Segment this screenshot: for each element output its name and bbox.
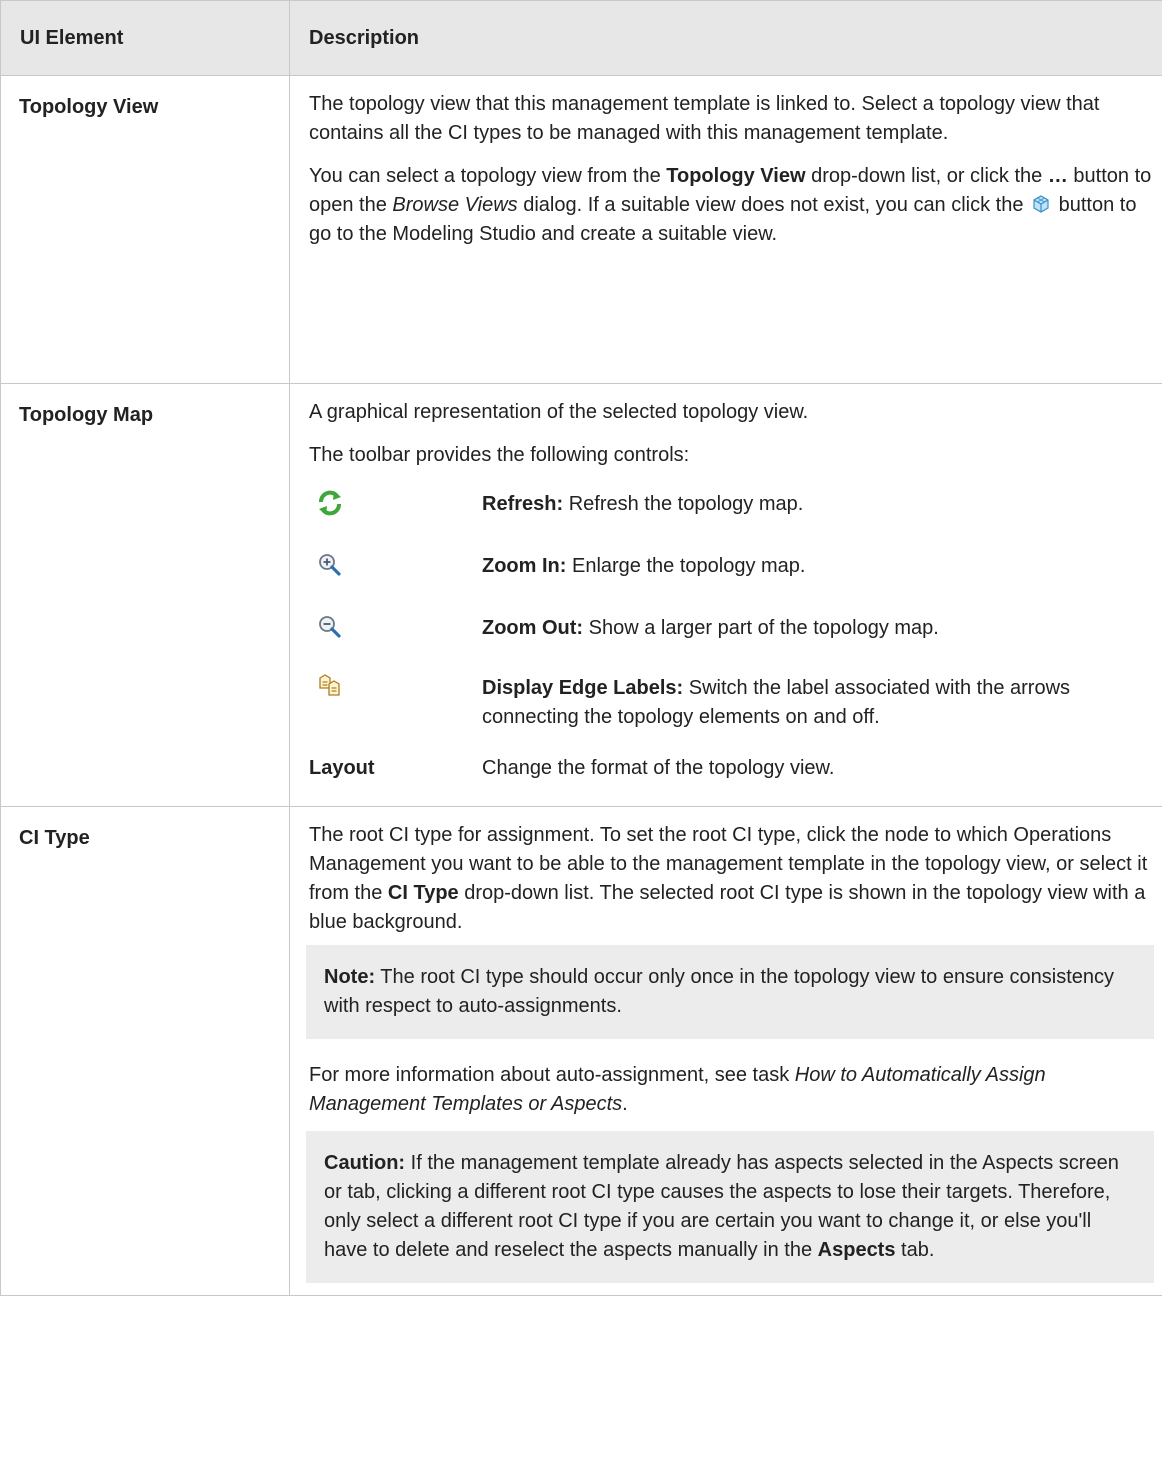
element-description: A graphical representation of the select… (289, 383, 1162, 807)
header-description: Description (289, 0, 1162, 76)
control-label: Zoom Out: (482, 617, 584, 639)
caution-label: Caution: (324, 1152, 406, 1174)
ui-reference: Topology View (666, 165, 806, 187)
header-ui-element: UI Element (0, 0, 290, 76)
text: You can select a topology view from the (309, 165, 667, 187)
note-label: Note: (324, 966, 376, 988)
note-box: Note: The root CI type should occur only… (306, 945, 1154, 1039)
text: Refresh the topology map. (563, 493, 804, 515)
control-refresh: Refresh: Refresh the topology map. (309, 490, 1154, 548)
paragraph: You can select a topology view from the … (309, 162, 1154, 249)
control-display-edge-labels: Display Edge Labels: Switch the label as… (309, 674, 1154, 754)
control-description: Zoom In: Enlarge the topology map. (482, 552, 1154, 581)
edge-labels-icon (309, 674, 482, 710)
text: Show a larger part of the topology map. (583, 617, 939, 639)
control-name-layout: Layout (309, 757, 375, 779)
control-description: Zoom Out: Show a larger part of the topo… (482, 614, 1154, 643)
table-row-ci-type: CI Type The root CI type for assignment.… (0, 806, 1162, 1296)
element-name: CI Type (0, 806, 290, 1296)
paragraph: The root CI type for assignment. To set … (309, 821, 1154, 937)
text: tab. (895, 1239, 935, 1261)
control-description: Change the format of the topology view. (482, 757, 835, 779)
control-label: Refresh: (482, 493, 564, 515)
table-header-row: UI Element Description (0, 0, 1162, 76)
ui-reference: Aspects (817, 1239, 896, 1261)
refresh-icon (309, 490, 482, 526)
text: . (622, 1093, 628, 1115)
dialog-reference: Browse Views (392, 194, 518, 216)
caution-text: If the management template already has a… (324, 1152, 1119, 1261)
element-name: Topology Map (0, 383, 290, 807)
element-description: The topology view that this management t… (289, 75, 1162, 384)
table-row-topology-map: Topology Map A graphical representation … (0, 383, 1162, 807)
zoom-in-icon (309, 552, 482, 588)
text: For more information about auto-assignme… (309, 1064, 795, 1086)
text: Enlarge the topology map. (566, 555, 806, 577)
caution-box: Caution: If the management template alre… (306, 1131, 1154, 1283)
ui-element-table: UI Element Description Topology View The… (0, 0, 1162, 1296)
text: drop-down list, or click the (805, 165, 1048, 187)
control-zoom-in: Zoom In: Enlarge the topology map. (309, 552, 1154, 610)
element-name: Topology View (0, 75, 290, 384)
control-zoom-out: Zoom Out: Show a larger part of the topo… (309, 614, 1154, 670)
zoom-out-icon (309, 614, 482, 650)
paragraph: A graphical representation of the select… (309, 401, 809, 423)
ellipsis-button-reference: … (1047, 165, 1068, 187)
table-row-topology-view: Topology View The topology view that thi… (0, 75, 1162, 384)
control-layout: Layout Change the format of the topology… (309, 754, 1154, 794)
element-description: The root CI type for assignment. To set … (289, 806, 1162, 1296)
control-description: Refresh: Refresh the topology map. (482, 490, 1154, 519)
control-label: Zoom In: (482, 555, 567, 577)
text: dialog. If a suitable view does not exis… (517, 194, 1030, 216)
control-label: Display Edge Labels: (482, 677, 684, 699)
control-description: Display Edge Labels: Switch the label as… (482, 674, 1154, 732)
paragraph: For more information about auto-assignme… (309, 1061, 1154, 1119)
ui-reference: CI Type (387, 882, 459, 904)
paragraph: The toolbar provides the following contr… (309, 444, 690, 466)
modeling-studio-icon (1032, 193, 1050, 213)
paragraph: The topology view that this management t… (309, 93, 1100, 144)
note-text: The root CI type should occur only once … (324, 966, 1115, 1017)
